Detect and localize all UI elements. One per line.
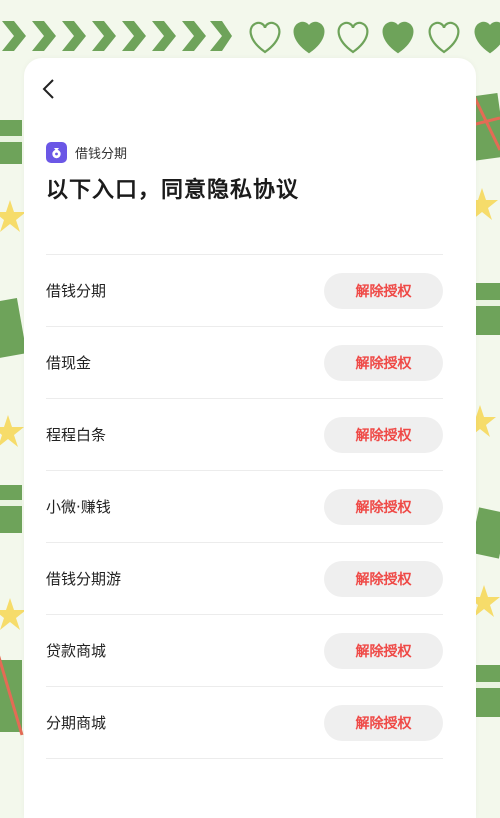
back-button[interactable] (38, 76, 64, 104)
page-title: 以下入口，同意隐私协议 (46, 178, 300, 203)
revoke-authorization-button[interactable]: 解除授权 (324, 632, 443, 669)
heart-decorations (249, 21, 500, 54)
entry-name: 分期商城 (46, 714, 107, 732)
list-item: 程程白条 解除授权 (46, 399, 443, 471)
entry-name: 贷款商城 (46, 642, 107, 660)
entry-name: 借钱分期游 (46, 570, 122, 588)
revoke-authorization-button[interactable]: 解除授权 (324, 560, 443, 597)
revoke-authorization-button[interactable]: 解除授权 (324, 344, 443, 381)
entry-name: 小微·赚钱 (46, 498, 111, 516)
chevron-banner-decoration (2, 21, 232, 51)
chevron-left-icon (42, 79, 54, 99)
list-item: 借现金 解除授权 (46, 327, 443, 399)
revoke-authorization-button[interactable]: 解除授权 (324, 272, 443, 309)
entry-name: 程程白条 (46, 426, 107, 444)
list-item: 借钱分期 解除授权 (46, 255, 443, 327)
money-bag-icon (46, 141, 67, 163)
entry-name: 借钱分期 (46, 282, 107, 300)
list-item: 借钱分期游 解除授权 (46, 543, 443, 615)
brand-name: 借钱分期 (75, 146, 128, 162)
authorized-entry-list: 借钱分期 解除授权 借现金 解除授权 程程白条 解除授权 小微·赚钱 解除授权 … (46, 255, 443, 759)
entry-name: 借现金 (46, 354, 92, 372)
revoke-authorization-button[interactable]: 解除授权 (324, 704, 443, 741)
brand-row: 借钱分期 (46, 141, 127, 163)
list-item: 小微·赚钱 解除授权 (46, 471, 443, 543)
revoke-authorization-button[interactable]: 解除授权 (324, 488, 443, 525)
list-item: 贷款商城 解除授权 (46, 615, 443, 687)
revoke-authorization-button[interactable]: 解除授权 (324, 416, 443, 453)
list-item: 分期商城 解除授权 (46, 687, 443, 759)
